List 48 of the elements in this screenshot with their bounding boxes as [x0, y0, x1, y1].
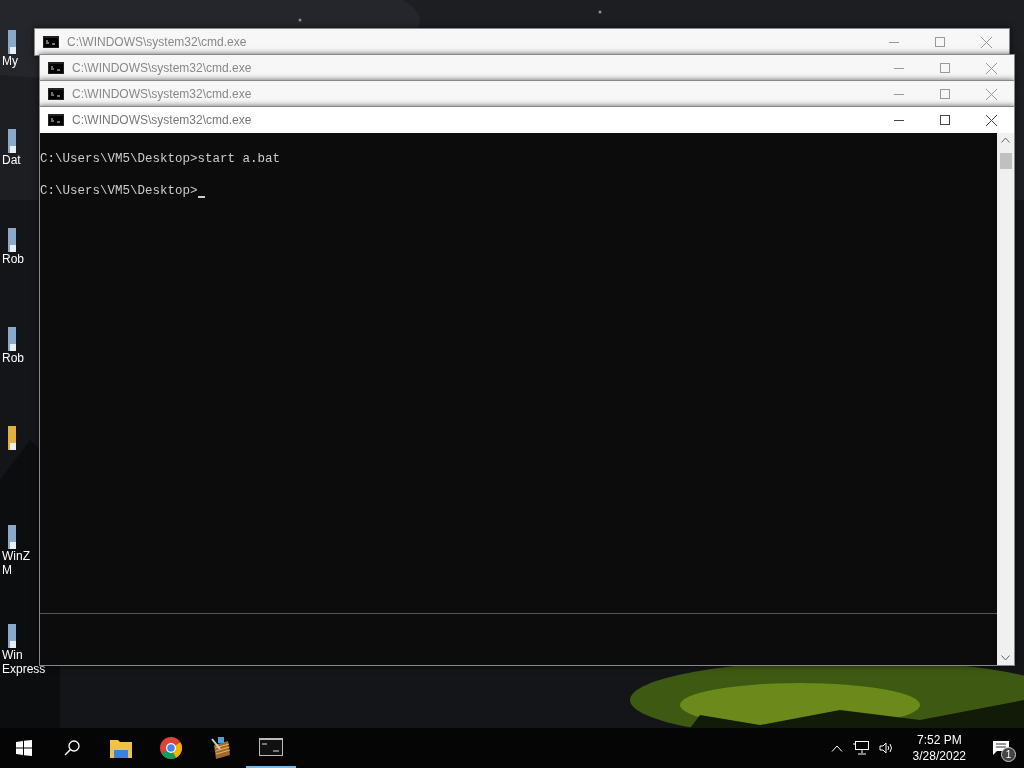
- icon-label: WinZ: [2, 549, 30, 563]
- chrome-icon: [160, 737, 182, 759]
- clock-date[interactable]: 3/28/2022: [912, 748, 966, 764]
- icon-label: Rob: [2, 351, 24, 365]
- scroll-thumb[interactable]: [999, 153, 1012, 169]
- console-icon: [43, 36, 59, 48]
- close-icon: [985, 88, 997, 100]
- scroll-up-icon[interactable]: [1001, 137, 1010, 143]
- console-line: C:\Users\VM5\Desktop>start a.bat: [40, 151, 281, 167]
- window-title: C:\WINDOWS\system32\cmd.exe: [72, 60, 252, 77]
- window-title: C:\WINDOWS\system32\cmd.exe: [67, 34, 247, 51]
- search-icon: [64, 740, 80, 756]
- maximize-icon: [940, 115, 950, 125]
- minimize-icon: [894, 67, 904, 69]
- icon-label: Win: [2, 648, 23, 662]
- text-cursor: [197, 196, 205, 198]
- close-icon: [980, 36, 992, 48]
- console-line: C:\Users\VM5\Desktop>: [40, 183, 198, 199]
- icon-label: My: [2, 54, 18, 68]
- windows-logo-icon: [16, 740, 32, 756]
- console-icon: [48, 114, 64, 126]
- console-icon: [48, 62, 64, 74]
- notifications-button[interactable]: 1: [984, 730, 1018, 766]
- maximize-icon: [940, 63, 950, 73]
- window-title: C:\WINDOWS\system32\cmd.exe: [72, 86, 252, 103]
- icon-label: M: [2, 563, 12, 577]
- chevron-up-icon[interactable]: [830, 744, 843, 752]
- minimize-icon: [894, 119, 904, 121]
- volume-icon[interactable]: [878, 741, 895, 755]
- clock-time[interactable]: 7:52 PM: [916, 732, 962, 748]
- icon-label: Express: [2, 662, 46, 676]
- notification-badge: 1: [1001, 747, 1016, 762]
- minimize-icon: [894, 93, 904, 95]
- icon-label: Rob: [2, 252, 24, 266]
- minimize-icon: [889, 41, 899, 43]
- scroll-down-icon[interactable]: [1001, 655, 1010, 661]
- window-title: C:\WINDOWS\system32\cmd.exe: [72, 112, 252, 129]
- close-icon: [985, 114, 997, 126]
- icon-label: Dat: [2, 153, 21, 167]
- scroll-bar[interactable]: [997, 133, 1014, 665]
- archive-icon: [210, 737, 232, 759]
- maximize-icon: [935, 37, 945, 47]
- maximize-icon: [940, 89, 950, 99]
- folder-icon: [110, 738, 132, 758]
- close-icon: [985, 62, 997, 74]
- console-icon: [48, 88, 64, 100]
- console-icon: [259, 738, 283, 756]
- network-icon[interactable]: [852, 741, 869, 755]
